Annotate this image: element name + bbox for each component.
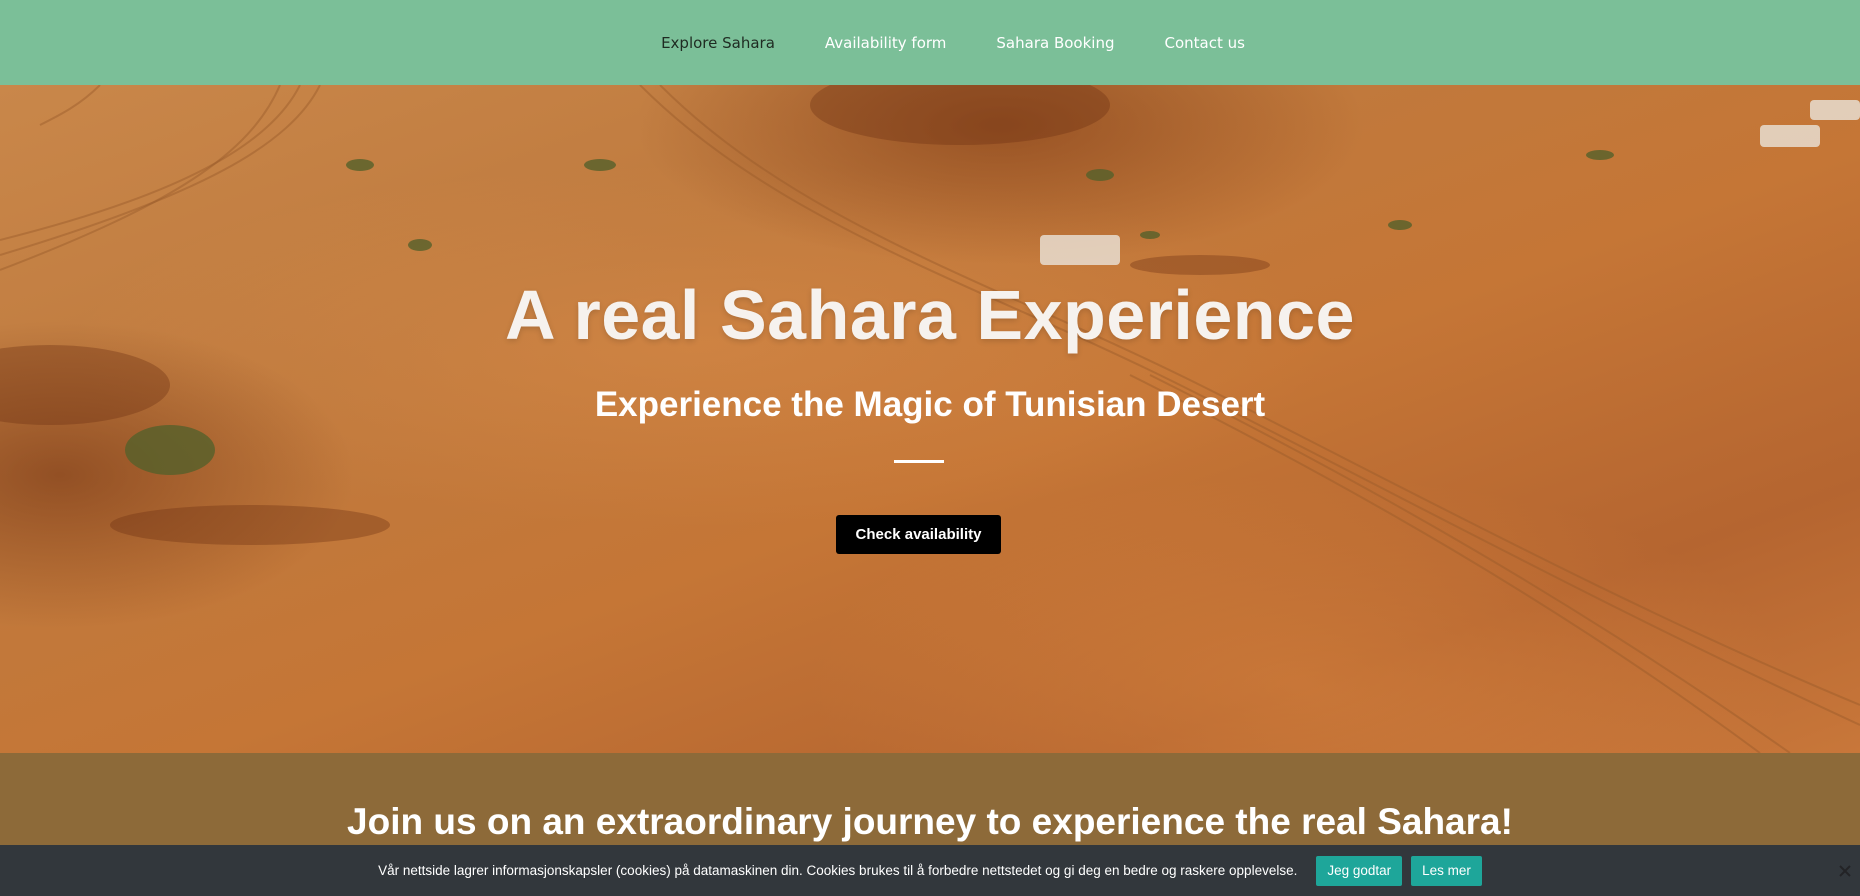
- nav-explore-sahara[interactable]: Explore Sahara: [661, 34, 775, 52]
- hero-divider: [894, 460, 944, 463]
- nav-sahara-booking[interactable]: Sahara Booking: [996, 34, 1114, 52]
- cookie-banner: Vår nettside lagrer informasjonskapsler …: [0, 845, 1860, 896]
- hero-section: A real Sahara Experience Experience the …: [0, 85, 1860, 753]
- hero-content: A real Sahara Experience Experience the …: [0, 85, 1860, 753]
- nav-contact-us[interactable]: Contact us: [1164, 34, 1244, 52]
- hero-title: A real Sahara Experience: [505, 276, 1355, 354]
- journey-heading: Join us on an extraordinary journey to e…: [347, 801, 1513, 842]
- nav-availability-form[interactable]: Availability form: [825, 34, 947, 52]
- cookie-notice-text: Vår nettside lagrer informasjonskapsler …: [378, 863, 1298, 878]
- top-navigation: Explore Sahara Availability form Sahara …: [0, 0, 1860, 85]
- accept-cookies-button[interactable]: Jeg godtar: [1316, 855, 1403, 886]
- read-more-button[interactable]: Les mer: [1411, 855, 1482, 886]
- check-availability-button[interactable]: Check availability: [836, 515, 1001, 554]
- hero-subtitle: Experience the Magic of Tunisian Desert: [594, 385, 1266, 424]
- close-icon[interactable]: [1836, 862, 1854, 880]
